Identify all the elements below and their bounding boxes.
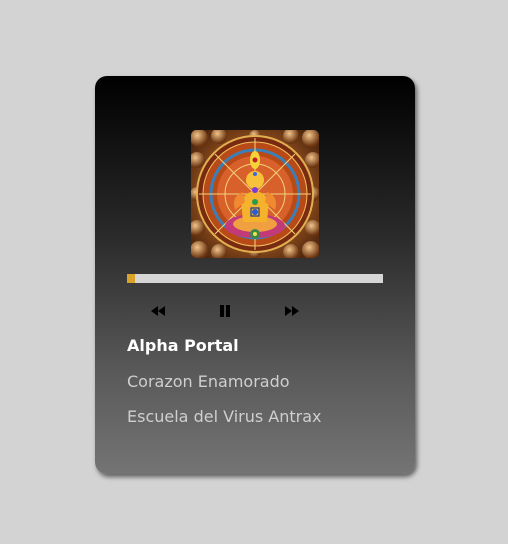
previous-button[interactable] — [142, 300, 174, 322]
track-title: Alpha Portal — [127, 336, 239, 355]
pause-icon — [220, 305, 230, 317]
progress-bar-fill — [127, 274, 135, 283]
rewind-icon — [151, 306, 165, 316]
play-pause-button[interactable] — [209, 300, 241, 322]
album-artwork — [191, 130, 319, 258]
artist-name: Corazon Enamorado — [127, 372, 290, 391]
progress-bar[interactable] — [127, 274, 383, 283]
playback-controls — [127, 300, 383, 322]
fast-forward-icon — [285, 306, 299, 316]
album-name: Escuela del Virus Antrax — [127, 407, 322, 426]
next-button[interactable] — [276, 300, 308, 322]
meditation-mandala-artwork-icon — [191, 130, 319, 258]
music-player-card: Alpha Portal Corazon Enamorado Escuela d… — [95, 76, 415, 474]
